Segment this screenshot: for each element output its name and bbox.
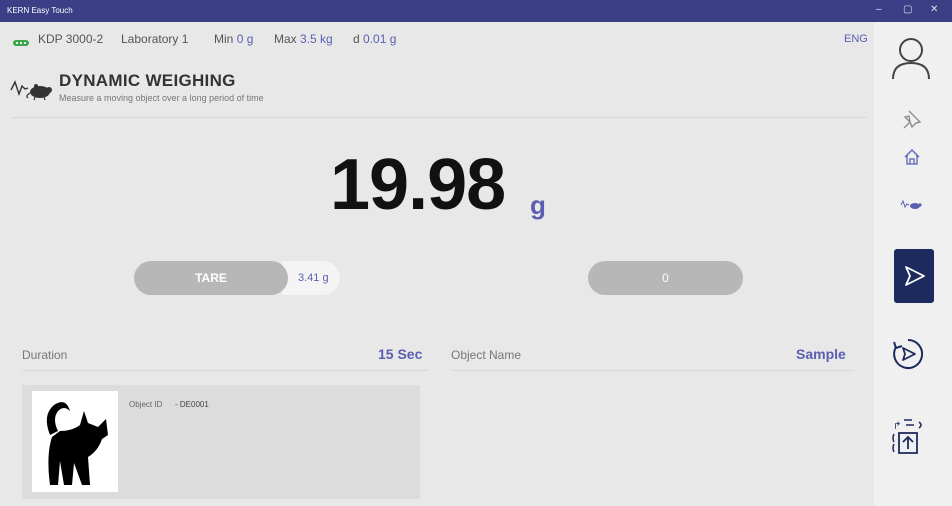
user-icon[interactable] (890, 36, 932, 85)
object-name-label: Object Name (451, 348, 522, 362)
sidebar: ↱ (874, 22, 952, 506)
pin-icon[interactable] (901, 108, 923, 135)
send-icon (903, 264, 927, 293)
duration-label: Duration (22, 348, 68, 362)
object-name-underline (451, 370, 854, 371)
min-label: Min (214, 32, 234, 46)
mode-title: DYNAMIC WEIGHING (59, 71, 236, 90)
readability: d 0.01 g (353, 32, 396, 50)
location-label[interactable]: Laboratory 1 (121, 32, 188, 50)
mode-subtitle: Measure a moving object over a long peri… (59, 93, 264, 103)
dynamic-weighing-nav-icon[interactable] (900, 198, 922, 216)
language-selector[interactable]: ENG (844, 33, 868, 45)
d-label: d (353, 32, 360, 46)
export-icon[interactable]: ↱ (892, 417, 924, 462)
device-model[interactable]: KDP 3000-2 (38, 32, 103, 50)
close-button[interactable]: ✕ (930, 4, 938, 15)
svg-text:↱: ↱ (893, 421, 901, 432)
duration-value[interactable]: 15 Sec (378, 346, 422, 362)
max-value: 3.5 kg (300, 32, 333, 46)
d-value: 0.01 g (363, 32, 397, 46)
cat-icon (36, 395, 114, 494)
main-area: KDP 3000-2 Laboratory 1 Min 0 g Max 3.5 … (0, 22, 874, 506)
tare-value: 3.41 g (282, 261, 340, 295)
start-timer-icon[interactable] (890, 336, 926, 377)
max-capacity: Max 3.5 kg (274, 32, 333, 50)
max-label: Max (274, 32, 297, 46)
object-card[interactable]: Object ID - DE0001 (22, 385, 420, 499)
object-name-value[interactable]: Sample (796, 346, 846, 362)
home-icon[interactable] (903, 148, 921, 171)
weight-unit[interactable]: g (530, 190, 546, 221)
dynamic-weighing-icon (10, 76, 54, 107)
object-id-label: Object ID (129, 400, 163, 409)
object-image (32, 391, 118, 492)
tare-button[interactable]: TARE (134, 261, 288, 295)
title-bar: KERN Easy Touch – ▢ ✕ (0, 0, 952, 22)
weight-display: 19.98 (330, 145, 506, 225)
send-button[interactable] (894, 249, 934, 303)
duration-underline (22, 370, 428, 371)
maximize-button[interactable]: ▢ (903, 4, 912, 15)
device-icon (12, 35, 30, 53)
divider (12, 117, 867, 118)
min-capacity: Min 0 g (214, 32, 253, 50)
object-id-value: - DE0001 (175, 400, 209, 409)
minimize-button[interactable]: – (876, 4, 882, 15)
min-value: 0 g (236, 32, 254, 46)
zero-button[interactable]: 0 (588, 261, 743, 295)
window-title: KERN Easy Touch (7, 6, 73, 15)
